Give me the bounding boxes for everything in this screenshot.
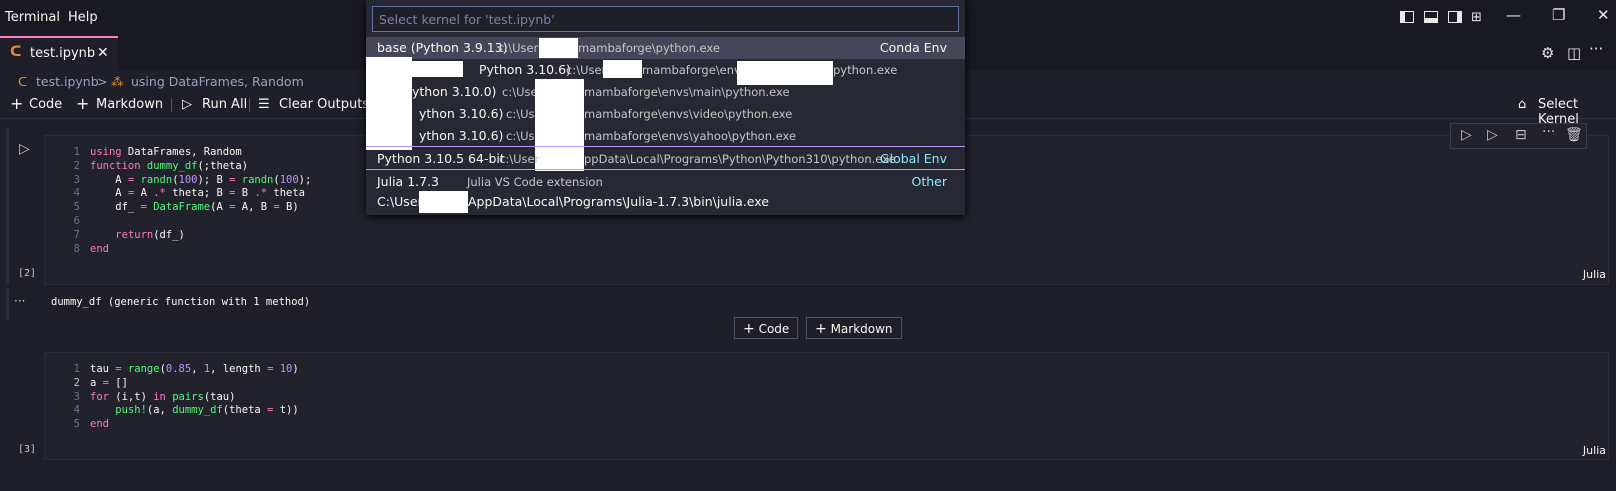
customize-layout-icon[interactable]: ⊞ <box>1471 10 1482 25</box>
add-code-icon: + <box>10 94 24 113</box>
kernel-option[interactable]: ython 3.10.0) c:\Users mambaforge\envs\m… <box>366 81 965 103</box>
clear-outputs-icon: ☰ <box>258 97 270 112</box>
tab-label: test.ipynb <box>30 46 96 61</box>
code-editor[interactable]: tau = range(0.85, 1, length = 10) a = []… <box>90 363 299 432</box>
cell-output: dummy_df (generic function with 1 method… <box>51 296 311 308</box>
restore-icon[interactable]: ❐ <box>1552 6 1565 24</box>
breadcrumb-separator: > <box>97 74 108 89</box>
split-cell-icon[interactable]: ⊟ <box>1515 127 1527 143</box>
add-icon: + <box>743 321 755 337</box>
kernel-search-input[interactable]: Select kernel for 'test.ipynb' <box>372 6 959 32</box>
toggle-primary-sidebar-icon[interactable] <box>1400 11 1414 23</box>
menu-help[interactable]: Help <box>68 10 98 25</box>
run-cell-icon[interactable]: ▷ <box>19 141 30 157</box>
menu-terminal[interactable]: Terminal <box>5 10 60 25</box>
cell-language[interactable]: Julia <box>1583 268 1606 281</box>
execution-count: [3] <box>18 444 37 455</box>
kernel-option[interactable]: base (Python 3.9.13) c:\Users mambaforge… <box>366 37 965 59</box>
redaction <box>603 60 642 78</box>
tab-close-icon[interactable]: ✕ <box>97 45 109 61</box>
cell-toolbar: ▷ ▷ ⊟ ··· 🗑 <box>1450 123 1587 149</box>
output-bar <box>6 288 9 320</box>
line-numbers: 12345 <box>73 363 80 431</box>
toolbar-divider <box>249 98 250 112</box>
kernel-option[interactable]: Python 3.10.5 64-bit c:\User ppData\Loca… <box>366 148 965 170</box>
redaction <box>366 57 412 150</box>
kernel-option[interactable]: ython 3.10.6) c:\User mambaforge\envs\vi… <box>366 103 965 125</box>
add-code-button[interactable]: Code <box>29 97 62 112</box>
add-markdown-label: Markdown <box>830 322 893 336</box>
toggle-panel-icon[interactable] <box>1424 11 1438 23</box>
run-all-icon: ▷ <box>182 97 192 112</box>
toggle-secondary-sidebar-icon[interactable] <box>1448 11 1462 23</box>
kernel-quick-pick: Select kernel for 'test.ipynb' base (Pyt… <box>366 0 965 215</box>
close-icon[interactable]: ✕ <box>1597 6 1610 24</box>
jupyter-icon: ᑕ <box>18 74 28 89</box>
redaction <box>539 38 578 58</box>
redaction <box>419 191 468 213</box>
kernel-option[interactable]: Julia 1.7.3 Julia VS Code extension Othe… <box>366 171 965 213</box>
gear-icon[interactable]: ⚙ <box>1541 44 1554 62</box>
cell-language[interactable]: Julia <box>1583 444 1606 457</box>
add-code-label: Code <box>758 322 790 336</box>
minimize-icon[interactable]: — <box>1506 6 1521 24</box>
run-all-button[interactable]: Run All <box>202 97 247 112</box>
breadcrumb-file[interactable]: test.ipynb <box>36 74 99 89</box>
toolbar-divider <box>171 98 172 112</box>
jupyter-icon: ᑕ <box>10 44 22 60</box>
split-editor-icon[interactable]: ◫ <box>1567 44 1581 62</box>
redaction <box>412 61 463 77</box>
breadcrumb-symbol[interactable]: using DataFrames, Random <box>131 74 304 89</box>
kernel-option[interactable]: ython 3.10.6) c:\User mambaforge\envs\ya… <box>366 125 965 147</box>
execution-count: [2] <box>18 268 37 279</box>
tab-test-ipynb[interactable]: ᑕ test.ipynb ✕ <box>0 36 118 70</box>
kernel-icon: ⌂ <box>1518 97 1527 112</box>
run-above-icon[interactable]: ▷ <box>1461 127 1472 143</box>
add-markdown-icon: + <box>76 94 90 113</box>
group-separator <box>366 146 965 147</box>
line-numbers: 12345678 <box>73 146 80 255</box>
add-markdown-cell-button[interactable]: + Markdown <box>806 317 902 339</box>
add-code-cell-button[interactable]: + Code <box>734 317 799 339</box>
delete-cell-icon[interactable]: 🗑 <box>1565 127 1583 143</box>
group-separator <box>366 169 965 170</box>
cell-focus-bar <box>6 128 9 284</box>
more-actions-icon[interactable]: ··· <box>1589 40 1603 58</box>
output-more-icon[interactable]: ··· <box>14 294 25 308</box>
more-actions-icon[interactable]: ··· <box>1542 124 1555 140</box>
add-icon: + <box>815 321 827 337</box>
add-markdown-button[interactable]: Markdown <box>96 97 163 112</box>
cell-symbol-icon: ⁂ <box>111 74 124 89</box>
run-below-icon[interactable]: ▷ <box>1487 127 1498 143</box>
code-editor[interactable]: using DataFrames, Random function dummy_… <box>90 146 311 256</box>
